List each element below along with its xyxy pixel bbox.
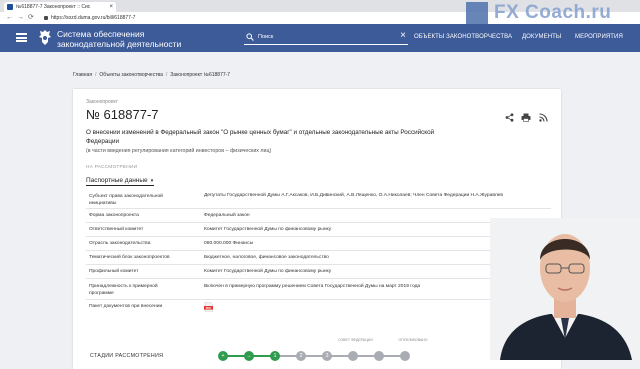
favicon-icon <box>7 4 13 10</box>
table-row: Форма законопроекта Федеральный закон <box>86 209 551 223</box>
table-row: Пакет документов при внесении PDF <box>86 300 551 316</box>
address-bar[interactable]: https://sozd.duma.gov.ru/bill/618877-7 <box>44 14 135 22</box>
row-value: Включен в примерную программу решением С… <box>204 284 421 289</box>
browser-chrome: №618877-7 Законопроект :: Сис × ← → ⟳ ht… <box>0 0 640 25</box>
row-key: Ответственный комитет <box>89 227 144 232</box>
row-value[interactable]: Комитет Государственной Думы по финансов… <box>204 269 331 274</box>
stages-title: СТАДИИ РАССМОТРЕНИЯ <box>90 353 164 359</box>
url-text: https://sozd.duma.gov.ru/bill/618877-7 <box>51 15 136 21</box>
tab-title: №618877-7 Законопроект :: Сис <box>16 4 91 10</box>
stage-caption: ОПУБЛИКОВАНО <box>398 338 428 342</box>
menu-item-events[interactable]: МЕРОПРИЯТИЯ <box>575 34 623 40</box>
stages-progress: СОВЕТ ФЕДЕРАЦИИ ОПУБЛИКОВАНО + → 1 2 3 <box>218 338 478 369</box>
table-row: Субъект права законодательной инициативы … <box>86 188 551 209</box>
site-title[interactable]: Система обеспечения законодательной деят… <box>57 29 181 49</box>
page-title: № 618877-7 <box>86 107 159 122</box>
watermark-logo-icon <box>466 2 488 24</box>
tab-close-icon[interactable]: × <box>109 2 113 12</box>
row-value: Бюджетное, налоговое, финансовое законод… <box>204 255 329 260</box>
breadcrumb-separator: / <box>95 72 97 78</box>
search-icon[interactable] <box>246 33 254 41</box>
reload-icon[interactable]: ⟳ <box>28 13 34 23</box>
row-value: PDF <box>204 302 213 314</box>
site-title-line1: Система обеспечения <box>57 29 145 39</box>
breadcrumb: Главная / Объекты законотворчества / Законоп… <box>73 72 230 78</box>
chevron-down-icon: ▾ <box>150 178 154 184</box>
pdf-label: PDF <box>206 306 212 310</box>
breadcrumb-objects[interactable]: Объекты законотворчества <box>99 72 162 78</box>
table-row: Принадлежность к примерной программе Вклю… <box>86 279 551 300</box>
menu-item-objects[interactable]: ОБЪЕКТЫ ЗАКОНОТВОРЧЕСТВА <box>414 34 512 40</box>
row-value[interactable]: Комитет Государственной Думы по финансов… <box>204 227 331 232</box>
row-key: Форма законопроекта <box>89 213 139 218</box>
breadcrumb-home[interactable]: Главная <box>73 72 92 78</box>
row-value: Депутаты Государственной Думы А.Г.Аксако… <box>204 193 503 198</box>
print-icon[interactable] <box>521 113 531 122</box>
search-input[interactable] <box>258 32 388 42</box>
forward-icon[interactable]: → <box>17 13 24 23</box>
row-key: Отрасль законодательства <box>89 241 151 246</box>
watermark-text: FX Coach.ru <box>494 2 612 23</box>
lock-icon <box>44 15 48 20</box>
row-key: Пакет документов при внесении <box>89 304 163 309</box>
passport-toggle[interactable]: Паспортные данные ▾ <box>86 177 153 184</box>
back-icon[interactable]: ← <box>6 13 13 23</box>
bill-type: Законопроект <box>86 99 118 105</box>
row-key: Принадлежность к примерной программе <box>89 284 158 296</box>
table-row: Отрасль законодательства 080.000.000 Фин… <box>86 237 551 251</box>
table-row: Тематический блок законопроектов Бюджетн… <box>86 251 551 265</box>
site-title-line2: законодательной деятельности <box>57 39 182 49</box>
bill-card: Законопроект № 618877-7 О внесении измен… <box>73 89 561 369</box>
menu-icon[interactable] <box>16 33 27 42</box>
emblem-icon <box>39 30 51 45</box>
rss-icon[interactable] <box>539 113 548 122</box>
passport-title: Паспортные данные <box>86 177 148 184</box>
browser-tab[interactable]: №618877-7 Законопроект :: Сис × <box>4 2 116 12</box>
site-header: Система обеспечения законодательной деят… <box>0 24 640 52</box>
bill-description: О внесении изменений в Федеральный закон… <box>86 129 435 145</box>
breadcrumb-current: Законопроект №618877-7 <box>170 72 231 78</box>
row-value: 080.000.000 Финансы <box>204 241 254 246</box>
passport-underline <box>86 185 154 186</box>
table-row: Ответственный комитет Комитет Государств… <box>86 223 551 237</box>
watermark: FX Coach.ru <box>466 2 611 24</box>
stage-caption: СОВЕТ ФЕДЕРАЦИИ <box>338 338 373 342</box>
row-value: Федеральный закон <box>204 213 250 218</box>
menu-item-documents[interactable]: ДОКУМЕНТЫ <box>522 34 561 40</box>
pdf-icon[interactable]: PDF <box>204 302 213 312</box>
bill-note: (в части введения регулирования категори… <box>86 148 272 154</box>
share-icon[interactable] <box>505 113 514 122</box>
row-key: Тематический блок законопроектов <box>89 255 170 260</box>
row-key: Профильный комитет <box>89 269 139 274</box>
table-row: Профильный комитет Комитет Государственн… <box>86 265 551 279</box>
search-box: × <box>244 31 408 45</box>
row-key: Субъект права законодательной инициативы <box>89 194 163 206</box>
presenter-video <box>490 218 640 360</box>
search-clear-icon[interactable]: × <box>400 31 406 41</box>
status-badge: НА РАССМОТРЕНИИ <box>86 165 138 170</box>
breadcrumb-separator: / <box>165 72 168 78</box>
passport-table: Субъект права законодательной инициативы … <box>86 188 551 316</box>
